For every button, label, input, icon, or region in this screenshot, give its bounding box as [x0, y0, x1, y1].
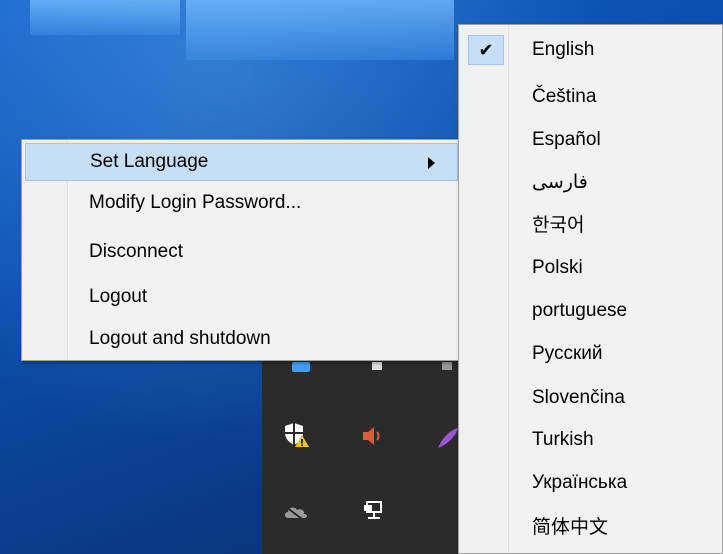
- cloud-offline-icon[interactable]: [282, 498, 310, 526]
- language-label: 한국어: [532, 214, 585, 236]
- check-mark-icon: ✔: [468, 35, 504, 65]
- context-menu: Set Language Modify Login Password... Di…: [21, 139, 462, 361]
- language-label: Čeština: [532, 86, 597, 107]
- language-submenu: ✔ English Čeština Español فارسی 한국어 Pols…: [458, 24, 723, 554]
- language-item-polski[interactable]: Polski: [462, 247, 721, 289]
- language-label: Polski: [532, 257, 583, 278]
- menu-item-label: Logout: [89, 286, 148, 307]
- menu-item-logout[interactable]: Logout: [25, 278, 458, 316]
- menu-item-logout-and-shutdown[interactable]: Logout and shutdown: [25, 320, 458, 358]
- menu-item-disconnect[interactable]: Disconnect: [25, 233, 458, 271]
- menu-item-set-language[interactable]: Set Language: [25, 143, 458, 181]
- menu-item-modify-login-password[interactable]: Modify Login Password...: [25, 184, 458, 222]
- menu-item-label: Set Language: [90, 151, 209, 172]
- language-item-farsi[interactable]: فارسی: [462, 161, 721, 203]
- speaker-icon[interactable]: [359, 422, 387, 450]
- security-shield-icon[interactable]: [282, 420, 310, 448]
- language-label: Slovenčina: [532, 387, 625, 408]
- menu-item-label: Modify Login Password...: [89, 192, 302, 213]
- language-label: Turkish: [532, 429, 594, 450]
- language-label: English: [532, 39, 595, 60]
- language-label: فارسی: [532, 171, 588, 193]
- menu-item-label: Disconnect: [89, 241, 183, 262]
- language-item-russian[interactable]: Русский: [462, 333, 721, 375]
- language-item-slovencina[interactable]: Slovenčina: [462, 377, 721, 419]
- submenu-arrow-icon: [428, 157, 435, 169]
- language-item-korean[interactable]: 한국어: [462, 202, 721, 244]
- tray-overflow-panel: [262, 338, 462, 554]
- language-label: 简体中文: [532, 516, 609, 538]
- language-label: Español: [532, 129, 601, 150]
- menu-item-label: Logout and shutdown: [89, 328, 271, 349]
- language-label: Українська: [532, 472, 628, 493]
- tray-icon-partial[interactable]: [292, 362, 310, 372]
- tray-icon-partial[interactable]: [442, 362, 452, 370]
- tray-icon-partial[interactable]: [372, 362, 382, 370]
- language-item-portuguese[interactable]: portuguese: [462, 290, 721, 332]
- language-label: portuguese: [532, 300, 628, 321]
- language-item-ukrainian[interactable]: Українська: [462, 462, 721, 504]
- language-item-chinese-simplified[interactable]: 简体中文: [462, 504, 721, 546]
- network-icon[interactable]: [360, 496, 388, 524]
- language-item-cestina[interactable]: Čeština: [462, 76, 721, 118]
- windows-logo-pane: [30, 0, 180, 35]
- windows-logo-pane: [186, 0, 454, 60]
- language-item-english[interactable]: ✔ English: [462, 29, 721, 71]
- language-item-espanol[interactable]: Español: [462, 119, 721, 161]
- language-item-turkish[interactable]: Turkish: [462, 419, 721, 461]
- language-label: Русский: [532, 343, 603, 364]
